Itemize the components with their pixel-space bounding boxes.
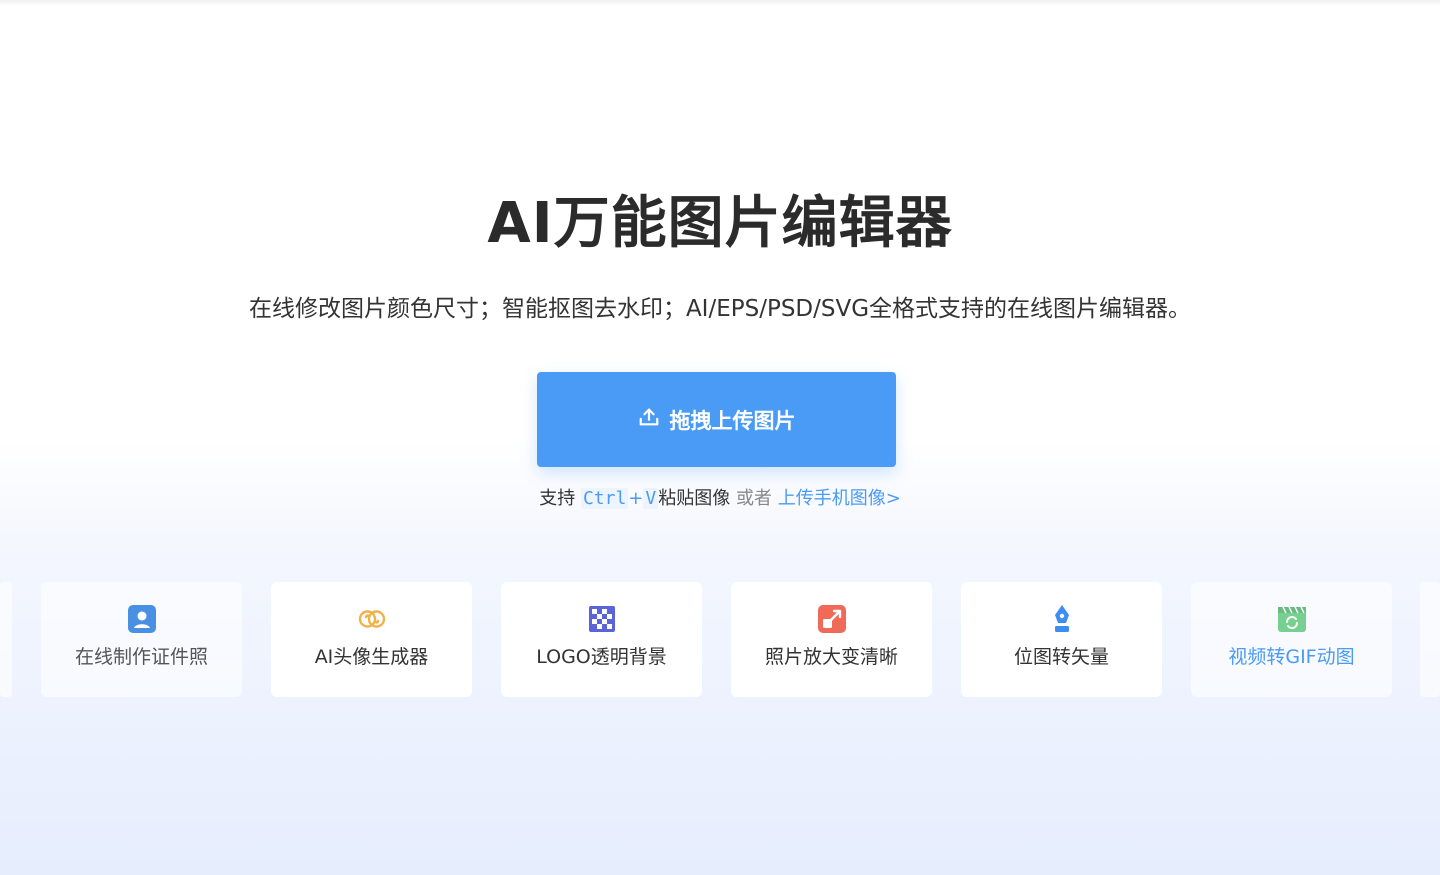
paste-hint: 支持 Ctrl + V 粘贴图像 或者 上传手机图像>: [0, 484, 1440, 514]
plus-sign: +: [628, 488, 644, 509]
tool-card-ai-avatar[interactable]: AI头像生成器: [271, 582, 472, 697]
carousel-prev-edge: [0, 582, 12, 697]
tool-card-id-photo[interactable]: 在线制作证件照: [41, 582, 242, 697]
vector-pen-icon: [1047, 604, 1077, 634]
or-text: 或者: [735, 488, 772, 509]
tool-carousel: 在线制作证件照 AI头像生成器 LOGO透明背景 照片放大变清晰 位图转矢量 视…: [0, 582, 1440, 697]
v-key: V: [643, 488, 659, 509]
tool-card-label: 在线制作证件照: [74, 646, 208, 668]
carousel-next-edge: [1420, 582, 1440, 697]
enlarge-icon: [817, 604, 847, 634]
tool-card-label: AI头像生成器: [314, 646, 429, 668]
tool-card-bitmap-to-vector[interactable]: 位图转矢量: [961, 582, 1162, 697]
ai-avatar-icon: [357, 604, 387, 634]
transparent-bg-icon: [587, 604, 617, 634]
hint-prefix: 支持: [539, 488, 576, 509]
upload-mobile-link[interactable]: 上传手机图像>: [778, 488, 901, 509]
ctrl-key: Ctrl: [580, 488, 629, 509]
tool-card-label: LOGO透明背景: [536, 646, 667, 668]
paste-text: 粘贴图像: [658, 488, 731, 509]
tool-card-video-to-gif[interactable]: 视频转GIF动图: [1191, 582, 1392, 697]
header-shadow: [0, 0, 1440, 6]
upload-button-label: 拖拽上传图片: [669, 408, 796, 433]
upload-button[interactable]: 拖拽上传图片: [537, 372, 896, 467]
tool-card-label: 位图转矢量: [1013, 646, 1109, 668]
page-subtitle: 在线修改图片颜色尺寸；智能抠图去水印；AI/EPS/PSD/SVG全格式支持的在…: [248, 296, 1192, 322]
id-photo-icon: [127, 604, 157, 634]
page-title: AI万能图片编辑器: [487, 191, 953, 256]
upload-icon: [638, 406, 660, 433]
tool-card-label: 视频转GIF动图: [1228, 646, 1355, 668]
tool-card-enlarge-photo[interactable]: 照片放大变清晰: [731, 582, 932, 697]
tool-card-logo-transparent[interactable]: LOGO透明背景: [501, 582, 702, 697]
gif-icon: [1277, 604, 1307, 634]
tool-card-label: 照片放大变清晰: [764, 646, 898, 668]
